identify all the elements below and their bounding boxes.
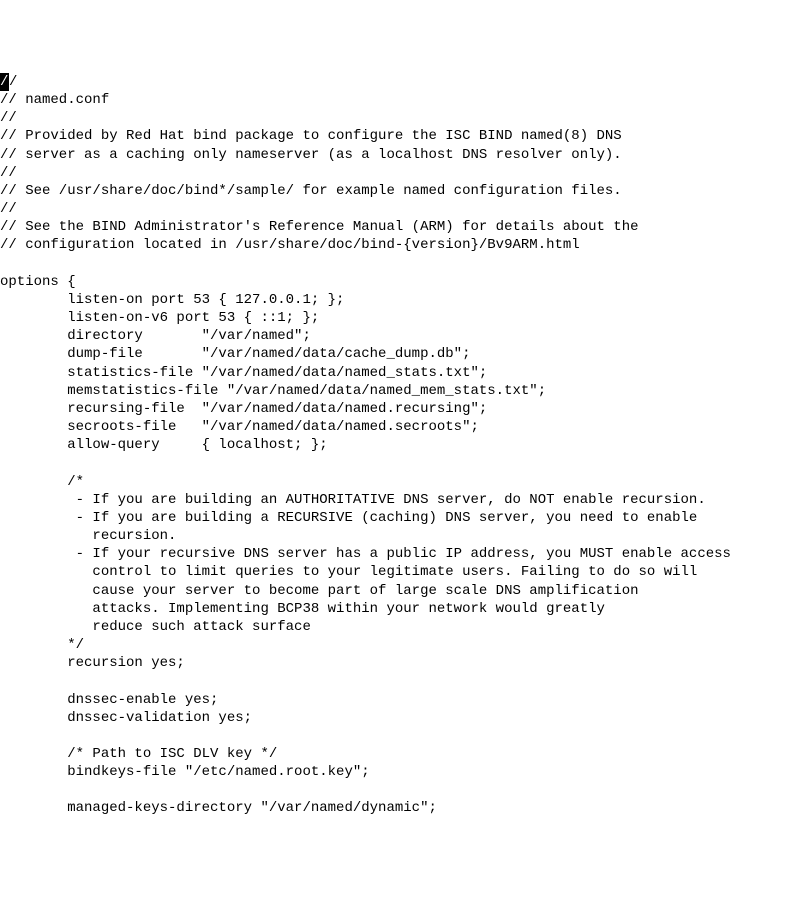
config-line: dump-file "/var/named/data/cache_dump.db… bbox=[0, 345, 799, 363]
config-line: - If you are building an AUTHORITATIVE D… bbox=[0, 491, 799, 509]
config-line: memstatistics-file "/var/named/data/name… bbox=[0, 382, 799, 400]
config-line: // Provided by Red Hat bind package to c… bbox=[0, 127, 799, 145]
config-line: // bbox=[0, 73, 799, 91]
config-line bbox=[0, 727, 799, 745]
config-line: managed-keys-directory "/var/named/dynam… bbox=[0, 799, 799, 817]
config-line: - If you are building a RECURSIVE (cachi… bbox=[0, 509, 799, 527]
config-line: // See the BIND Administrator's Referenc… bbox=[0, 218, 799, 236]
config-line: // configuration located in /usr/share/d… bbox=[0, 236, 799, 254]
config-line: */ bbox=[0, 636, 799, 654]
config-line bbox=[0, 455, 799, 473]
cursor-position: / bbox=[0, 73, 9, 91]
config-line: control to limit queries to your legitim… bbox=[0, 563, 799, 581]
config-line: allow-query { localhost; }; bbox=[0, 436, 799, 454]
config-line: // bbox=[0, 164, 799, 182]
config-line: attacks. Implementing BCP38 within your … bbox=[0, 600, 799, 618]
config-line: statistics-file "/var/named/data/named_s… bbox=[0, 364, 799, 382]
config-line: dnssec-validation yes; bbox=[0, 709, 799, 727]
config-line: options { bbox=[0, 273, 799, 291]
config-line: // bbox=[0, 200, 799, 218]
config-line bbox=[0, 255, 799, 273]
config-line: // See /usr/share/doc/bind*/sample/ for … bbox=[0, 182, 799, 200]
config-line bbox=[0, 673, 799, 691]
config-line: recursing-file "/var/named/data/named.re… bbox=[0, 400, 799, 418]
config-line: bindkeys-file "/etc/named.root.key"; bbox=[0, 763, 799, 781]
config-line: dnssec-enable yes; bbox=[0, 691, 799, 709]
config-line: reduce such attack surface bbox=[0, 618, 799, 636]
config-line: directory "/var/named"; bbox=[0, 327, 799, 345]
config-line: recursion yes; bbox=[0, 654, 799, 672]
config-line: listen-on-v6 port 53 { ::1; }; bbox=[0, 309, 799, 327]
line-remainder: / bbox=[9, 74, 17, 90]
config-line: /* Path to ISC DLV key */ bbox=[0, 745, 799, 763]
config-line: // named.conf bbox=[0, 91, 799, 109]
config-line: // bbox=[0, 109, 799, 127]
config-line bbox=[0, 781, 799, 799]
config-line: // server as a caching only nameserver (… bbox=[0, 146, 799, 164]
config-line: secroots-file "/var/named/data/named.sec… bbox=[0, 418, 799, 436]
text-editor-viewport[interactable]: //// named.conf//// Provided by Red Hat … bbox=[0, 73, 799, 818]
config-line: - If your recursive DNS server has a pub… bbox=[0, 545, 799, 563]
config-line: cause your server to become part of larg… bbox=[0, 582, 799, 600]
config-line: /* bbox=[0, 473, 799, 491]
config-line: listen-on port 53 { 127.0.0.1; }; bbox=[0, 291, 799, 309]
config-line: recursion. bbox=[0, 527, 799, 545]
